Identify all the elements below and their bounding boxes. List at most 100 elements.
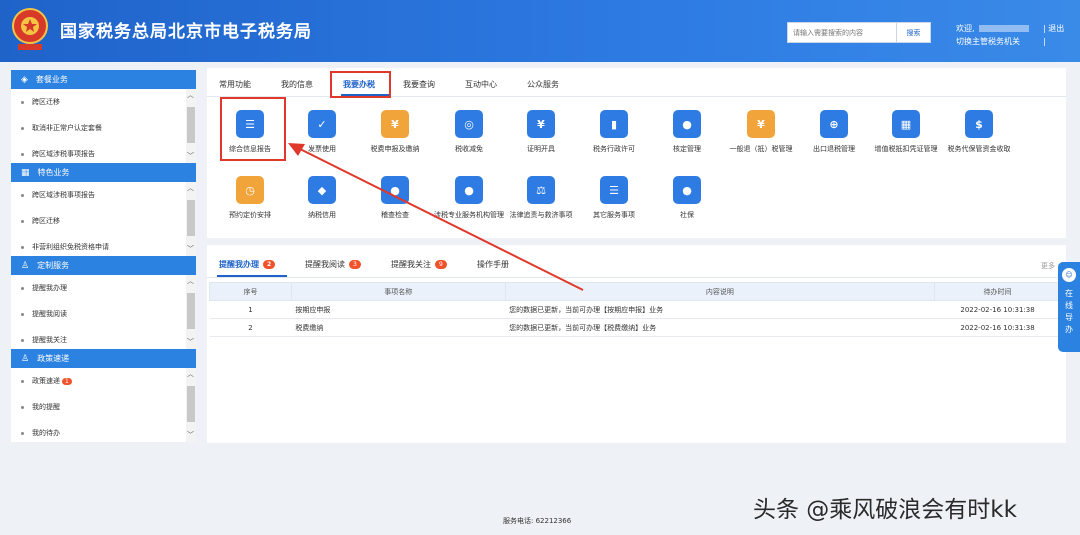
service-icon: ●	[381, 176, 409, 204]
service-item[interactable]: ● 社保	[652, 176, 722, 220]
scroll-thumb[interactable]	[187, 386, 195, 422]
sidebar-item[interactable]: 跨区域涉税事项报告	[11, 141, 196, 163]
sidebar-item[interactable]: 跨区域涉税事项报告	[11, 182, 196, 208]
service-icon: ¥	[381, 110, 409, 138]
service-item[interactable]: ● 涉税专业服务机构管理	[434, 176, 504, 220]
service-item[interactable]: ¥ 证明开具	[506, 110, 576, 154]
service-label: 法律追责与救济事项	[509, 211, 573, 219]
scroll-down-icon[interactable]: ﹀	[187, 430, 194, 440]
logout-link[interactable]: | 退出 |	[1043, 22, 1064, 48]
table-cell: 2	[209, 318, 292, 337]
search-box: 搜索	[787, 22, 931, 43]
sidebar-scrollbar[interactable]: ︿ ﹀	[186, 89, 196, 163]
service-item[interactable]: ◷ 预约定价安排	[215, 176, 285, 220]
service-label: 税务代保管资金收取	[947, 145, 1011, 153]
sidebar-scrollbar[interactable]: ︿ ﹀	[186, 275, 196, 349]
task-table: 序号 事项名称 内容说明 待办时间 1 按期应申报 您的数据已更新，当前可办理【按期应申报…	[209, 282, 1061, 337]
scroll-down-icon[interactable]: ﹀	[187, 244, 194, 254]
sidebar-item[interactable]: 我的提醒	[11, 394, 196, 420]
reminder-tab[interactable]: 提醒我办理 2	[219, 259, 276, 270]
sidebar-item[interactable]: 提醒我办理	[11, 275, 196, 301]
sidebar-scrollbar[interactable]: ︿ ﹀	[186, 182, 196, 256]
scroll-up-icon[interactable]: ︿	[187, 183, 194, 193]
tab-1[interactable]: 我的信息	[281, 76, 313, 94]
service-item[interactable]: ● 稽查检查	[360, 176, 430, 220]
scroll-down-icon[interactable]: ﹀	[187, 337, 194, 347]
reminder-tab[interactable]: 提醒我关注 9	[391, 259, 447, 270]
count-badge: 1	[62, 377, 72, 385]
switch-authority-link[interactable]: 切换主管税务机关	[956, 35, 1029, 48]
sidebar-item-label: 提醒我阅读	[32, 310, 67, 318]
sidebar-group-header[interactable]: ▦ 特色业务	[11, 163, 196, 182]
column-header: 事项名称	[290, 282, 506, 301]
service-icon: ⊕	[820, 110, 848, 138]
service-label: 社保	[680, 211, 694, 219]
sidebar-item-label: 非营利组织免税资格申请	[32, 243, 109, 251]
online-help-tab[interactable]: ☺ 在线导办	[1058, 262, 1080, 352]
service-icon: ⚖	[527, 176, 555, 204]
sidebar-item[interactable]: 我的待办	[11, 420, 196, 442]
service-label: 其它服务事项	[593, 211, 635, 219]
reminder-tab[interactable]: 提醒我阅读 3	[305, 259, 361, 270]
count-badge: 3	[349, 260, 361, 269]
reminder-tab-label: 提醒我办理	[219, 260, 259, 269]
sidebar-group-header[interactable]: ◈ 套餐业务	[11, 70, 196, 89]
grid-icon: ▦	[21, 167, 30, 178]
masked-username	[978, 25, 1029, 32]
service-item[interactable]: ¥ 税费申报及缴纳	[360, 110, 430, 154]
sidebar-item[interactable]: 跨区迁移	[11, 208, 196, 234]
tab-4[interactable]: 互动中心	[465, 76, 497, 94]
scroll-thumb[interactable]	[187, 200, 195, 236]
reminder-tab-label: 提醒我阅读	[305, 260, 345, 269]
search-button[interactable]: 搜索	[896, 23, 930, 42]
service-item[interactable]: ● 核定管理	[652, 110, 722, 154]
sidebar-item[interactable]: 取消非正常户认定套餐	[11, 115, 196, 141]
column-header: 序号	[209, 282, 292, 301]
sidebar-item[interactable]: 政策速递 1	[11, 368, 196, 394]
tab-0[interactable]: 常用功能	[219, 76, 251, 94]
table-row[interactable]: 1 按期应申报 您的数据已更新，当前可办理【按期应申报】业务 2022-02-16 1…	[209, 300, 1061, 319]
top-header: 国家税务总局北京市电子税务局 搜索 欢迎, 切换主管税务机关 | 退出|	[0, 0, 1080, 62]
search-input[interactable]	[788, 23, 896, 42]
scroll-down-icon[interactable]: ﹀	[187, 151, 194, 161]
sidebar-group-title: 政策速递	[37, 354, 70, 363]
service-item[interactable]: ⊕ 出口退税管理	[799, 110, 869, 154]
reminder-tab-label: 提醒我关注	[391, 260, 431, 269]
service-item[interactable]: ◆ 纳税信用	[287, 176, 357, 220]
sidebar-group-header[interactable]: ♙ 政策速递	[11, 349, 196, 368]
service-label: 预约定价安排	[229, 211, 271, 219]
sidebar-item-label: 我的提醒	[32, 403, 60, 411]
sidebar-item-label: 取消非正常户认定套餐	[32, 124, 102, 132]
column-header: 待办时间	[934, 282, 1061, 301]
scroll-up-icon[interactable]: ︿	[187, 276, 194, 286]
sidebar-group-title: 套餐业务	[35, 75, 68, 84]
scroll-thumb[interactable]	[187, 107, 195, 143]
service-item[interactable]: $ 税务代保管资金收取	[944, 110, 1014, 154]
sidebar-item[interactable]: 提醒我阅读	[11, 301, 196, 327]
service-item[interactable]: ☰ 其它服务事项	[579, 176, 649, 220]
sidebar-group-header[interactable]: ♙ 定制服务	[11, 256, 196, 275]
service-item[interactable]: ▮ 税务行政许可	[579, 110, 649, 154]
scroll-thumb[interactable]	[187, 293, 195, 329]
service-item[interactable]: ✓ 发票使用	[287, 110, 357, 154]
reminder-tab[interactable]: 操作手册	[477, 259, 509, 270]
left-sidebar: ◈ 套餐业务 跨区迁移 取消非正常户认定套餐 跨区域涉税事项报告 ︿ ﹀ ▦ 特色业务 跨区域涉税…	[11, 70, 196, 442]
bullet-icon	[21, 245, 24, 249]
sidebar-item[interactable]: 跨区迁移	[11, 89, 196, 115]
sidebar-item[interactable]: 提醒我关注	[11, 327, 196, 349]
service-label: 税费申报及缴纳	[370, 145, 420, 153]
tab-5[interactable]: 公众服务	[527, 76, 559, 94]
scroll-up-icon[interactable]: ︿	[187, 90, 194, 100]
service-item[interactable]: ▦ 增值税抵扣凭证管理	[871, 110, 941, 154]
service-item[interactable]: ◎ 税收减免	[434, 110, 504, 154]
sidebar-item[interactable]: 非营利组织免税资格申请	[11, 234, 196, 256]
table-row[interactable]: 2 税费缴纳 您的数据已更新，当前可办理【税费缴纳】业务 2022-02-16 10:…	[209, 318, 1061, 337]
scroll-up-icon[interactable]: ︿	[187, 369, 194, 379]
sidebar-scrollbar[interactable]: ︿ ﹀	[186, 368, 196, 442]
service-item[interactable]: ¥ 一般退（抵）税管理	[726, 110, 796, 154]
service-item[interactable]: ⚖ 法律追责与救济事项	[506, 176, 576, 220]
service-phone: 服务电话: 62212366	[503, 517, 572, 525]
tab-3[interactable]: 我要查询	[403, 76, 435, 94]
service-label: 增值税抵扣凭证管理	[874, 145, 938, 153]
service-label: 发票使用	[308, 145, 336, 153]
